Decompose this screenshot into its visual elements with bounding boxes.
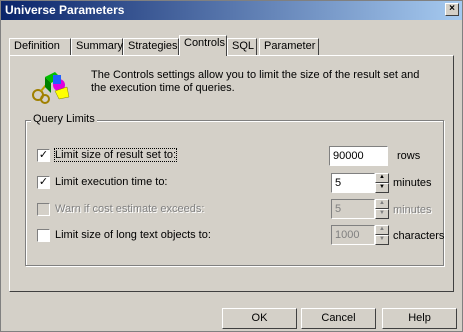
limit-execution-time-label: Limit execution time to: xyxy=(55,176,168,188)
cost-estimate-spinner[interactable]: ▲ ▼ xyxy=(375,199,389,219)
warn-cost-estimate-label: Warn if cost estimate exceeds: xyxy=(55,203,205,215)
execution-time-input[interactable]: 5 xyxy=(331,173,375,193)
tab-summary[interactable]: Summary xyxy=(71,38,123,55)
spin-down-arrow-icon[interactable]: ▼ xyxy=(375,235,389,245)
controls-description: The Controls settings allow you to limit… xyxy=(91,69,420,94)
rows-unit-label: rows xyxy=(397,150,421,162)
tab-parameter[interactable]: Parameter xyxy=(259,38,319,55)
limit-long-text-label: Limit size of long text objects to: xyxy=(55,229,211,241)
help-button[interactable]: Help xyxy=(382,308,457,329)
warn-cost-estimate-checkbox[interactable] xyxy=(37,203,50,216)
cancel-button[interactable]: Cancel xyxy=(301,308,376,329)
limit-result-set-checkbox[interactable]: ✓ xyxy=(37,149,50,162)
tab-strategies[interactable]: Strategies xyxy=(123,38,179,55)
tab-definition[interactable]: Definition xyxy=(9,38,71,55)
long-text-spinner[interactable]: ▲ ▼ xyxy=(375,225,389,245)
spin-down-arrow-icon[interactable]: ▼ xyxy=(375,183,389,193)
tab-sql[interactable]: SQL xyxy=(227,38,257,55)
spin-up-arrow-icon[interactable]: ▲ xyxy=(375,199,389,209)
window-title: Universe Parameters xyxy=(5,3,125,17)
title-bar[interactable]: Universe Parameters × xyxy=(1,1,462,20)
long-text-size-input[interactable]: 1000 xyxy=(331,225,375,245)
spin-up-arrow-icon[interactable]: ▲ xyxy=(375,225,389,235)
result-set-size-input[interactable]: 90000 xyxy=(329,146,388,166)
long-text-unit-label: characters xyxy=(393,230,445,242)
spin-up-arrow-icon[interactable]: ▲ xyxy=(375,173,389,183)
close-button[interactable]: × xyxy=(445,3,459,16)
spin-down-arrow-icon[interactable]: ▼ xyxy=(375,209,389,219)
ok-button[interactable]: OK xyxy=(222,308,297,329)
limit-execution-time-checkbox[interactable]: ✓ xyxy=(37,176,50,189)
cost-estimate-input[interactable]: 5 xyxy=(331,199,375,219)
limit-result-set-label: Limit size of result set to: xyxy=(53,148,178,162)
tab-controls[interactable]: Controls xyxy=(179,35,227,56)
query-limits-title: Query Limits xyxy=(31,113,97,125)
execution-time-spinner[interactable]: ▲ ▼ xyxy=(375,173,389,193)
execution-time-unit-label: minutes xyxy=(393,177,432,189)
cost-estimate-unit-label: minutes xyxy=(393,204,432,216)
limit-long-text-checkbox[interactable] xyxy=(37,229,50,242)
universe-parameters-dialog: Universe Parameters × Definition Summary… xyxy=(0,0,463,332)
controls-keys-icon xyxy=(32,72,70,104)
